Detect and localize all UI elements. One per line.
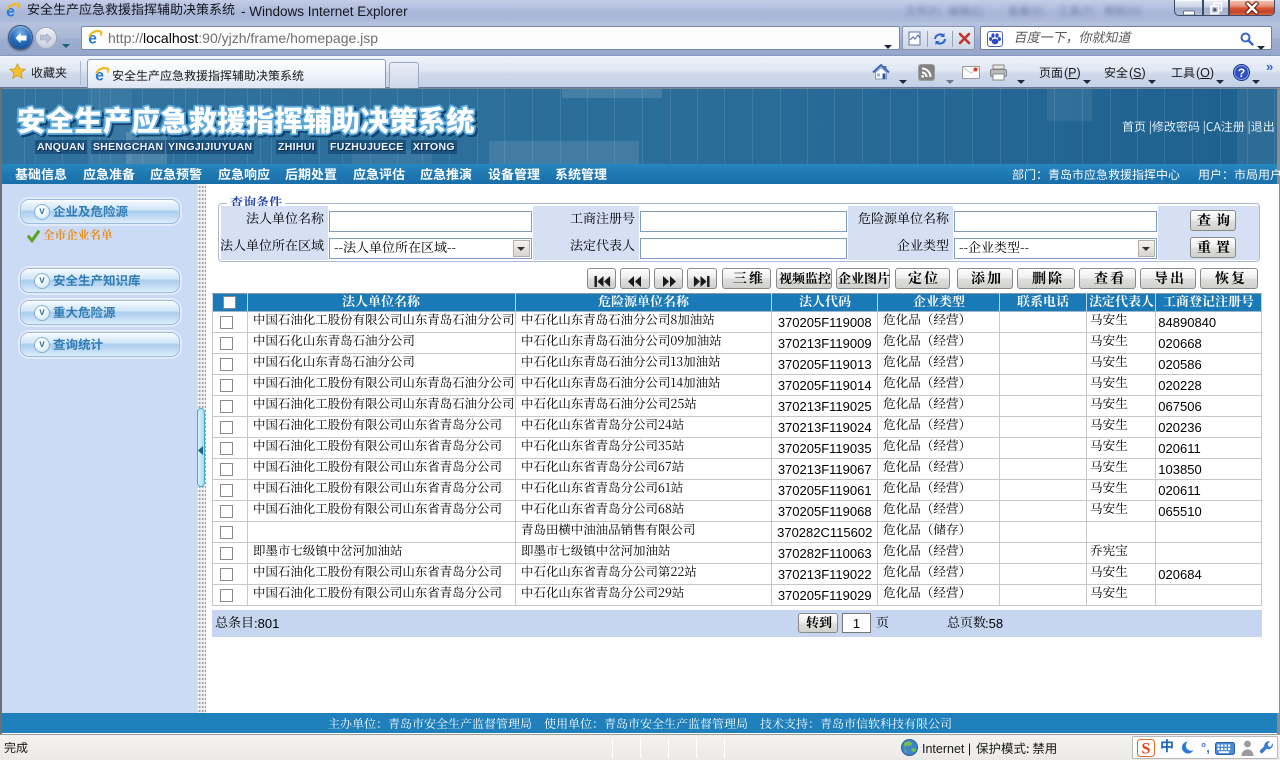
svg-text:S: S bbox=[1142, 741, 1151, 758]
svg-text:?: ? bbox=[1238, 66, 1245, 80]
